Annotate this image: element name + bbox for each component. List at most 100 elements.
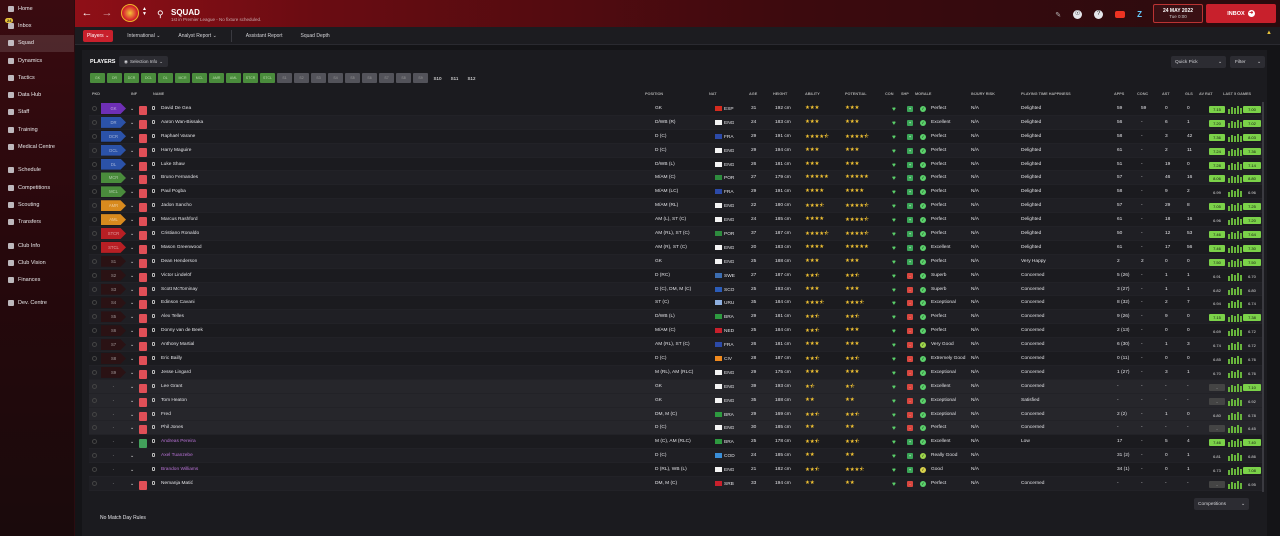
- position-chip[interactable]: S4: [328, 73, 343, 83]
- picked-position-badge[interactable]: AMR: [101, 200, 126, 212]
- picked-position-badge[interactable]: S8: [101, 353, 126, 365]
- forward-arrow-icon[interactable]: →: [101, 7, 113, 19]
- position-selector-chevron-icon[interactable]: ⌄: [130, 356, 134, 362]
- player-lock-icon[interactable]: [152, 439, 155, 444]
- player-lock-icon[interactable]: [152, 106, 155, 110]
- table-row[interactable]: - ⌄ Nemanja Matić DM, M (C) 33 194 cm Perfect N…: [89, 477, 1264, 491]
- sidebar-item-inbox[interactable]: 24 Inbox: [0, 17, 74, 34]
- table-row[interactable]: - ⌄ Lee Grant GK 39 193 cm Excellent N/A Concern…: [89, 379, 1264, 394]
- player-name[interactable]: Anthony Martial: [161, 342, 194, 347]
- sidebar-item-schedule[interactable]: Schedule: [0, 162, 74, 179]
- column-header-morale[interactable]: MORALE: [915, 92, 931, 96]
- sidebar-item-data-hub[interactable]: Data Hub: [0, 86, 74, 103]
- picked-position-badge[interactable]: DL: [101, 158, 126, 170]
- player-name[interactable]: Phil Jones: [161, 425, 183, 430]
- column-header-nat[interactable]: NAT: [709, 92, 717, 96]
- position-selector-chevron-icon[interactable]: ⌄: [130, 412, 134, 418]
- column-header-pkd[interactable]: PKD: [92, 92, 100, 96]
- player-name[interactable]: Edinson Cavani: [161, 300, 195, 305]
- table-row[interactable]: S1 ⌄ Dean Henderson GK 25 188 cm Perfect N/A Ver…: [89, 254, 1264, 269]
- select-checkbox[interactable]: [92, 453, 97, 459]
- column-header-gls[interactable]: GLS: [1185, 92, 1193, 96]
- player-name[interactable]: Fred: [161, 412, 171, 417]
- table-row[interactable]: - ⌄ Axel Tuanzebe D (C) 24 185 cm Really Good N…: [89, 449, 1264, 464]
- column-header-position[interactable]: POSITION: [645, 92, 663, 96]
- position-chip[interactable]: AML: [226, 73, 241, 83]
- quick-pick-dropdown[interactable]: Quick Pick ⌄: [1171, 56, 1226, 68]
- position-selector-chevron-icon[interactable]: ⌄: [130, 175, 134, 181]
- picked-position-badge[interactable]: STCL: [101, 241, 126, 253]
- select-checkbox[interactable]: [92, 425, 97, 431]
- column-header-inf[interactable]: INF: [131, 92, 137, 96]
- picked-position-badge[interactable]: -: [101, 381, 126, 392]
- table-row[interactable]: DCR ⌄ Raphaël Varane D (C) 29 191 cm Perfect N/…: [89, 130, 1264, 144]
- player-lock-icon[interactable]: [152, 272, 155, 277]
- select-checkbox[interactable]: [92, 439, 97, 445]
- picked-position-badge[interactable]: S3: [101, 283, 126, 295]
- select-checkbox[interactable]: [92, 286, 97, 292]
- player-name[interactable]: Aaron Wan-Bissaka: [161, 120, 203, 125]
- position-selector-chevron-icon[interactable]: ⌄: [130, 231, 134, 237]
- sidebar-item-squad[interactable]: Squad: [0, 34, 74, 52]
- switch-club-chevron-icon[interactable]: ▲ ▼: [142, 7, 147, 17]
- table-row[interactable]: - ⌄ Tom Heaton GK 35 188 cm Exceptional N/A Sati…: [89, 393, 1264, 408]
- player-lock-icon[interactable]: [152, 397, 155, 402]
- position-selector-chevron-icon[interactable]: ⌄: [130, 453, 134, 459]
- picked-position-badge[interactable]: S2: [101, 269, 126, 281]
- player-lock-icon[interactable]: [152, 383, 155, 388]
- player-name[interactable]: Jadon Sancho: [161, 203, 192, 208]
- column-header-av-rat[interactable]: AV RAT: [1199, 92, 1213, 96]
- sidebar-item-finances[interactable]: Finances: [0, 271, 74, 288]
- position-chip[interactable]: STCL: [260, 73, 275, 83]
- select-checkbox[interactable]: [92, 203, 97, 209]
- scrollbar[interactable]: [1262, 102, 1264, 492]
- player-name[interactable]: Mason Greenwood: [161, 245, 202, 250]
- sidebar-item-club-info[interactable]: Club Info: [0, 237, 74, 254]
- player-name[interactable]: Luke Shaw: [161, 162, 185, 167]
- player-name[interactable]: Donny van de Beek: [161, 328, 203, 333]
- sidebar-item-home[interactable]: Home: [0, 0, 74, 17]
- picked-position-badge[interactable]: S5: [101, 311, 126, 323]
- select-checkbox[interactable]: [92, 481, 97, 487]
- position-chip[interactable]: S9: [413, 73, 428, 83]
- player-name[interactable]: Victor Lindelöf: [161, 273, 191, 278]
- position-selector-chevron-icon[interactable]: ⌄: [130, 203, 134, 209]
- position-selector-chevron-icon[interactable]: ⌄: [130, 217, 134, 223]
- picked-position-badge[interactable]: MCL: [101, 186, 126, 198]
- sidebar-item-staff[interactable]: Staff: [0, 104, 74, 121]
- sidebar-item-tactics[interactable]: Tactics: [0, 69, 74, 86]
- position-chip[interactable]: S7: [379, 73, 394, 83]
- player-lock-icon[interactable]: [152, 189, 155, 194]
- select-checkbox[interactable]: [92, 383, 97, 389]
- position-chip[interactable]: S8: [396, 73, 411, 83]
- picked-position-badge[interactable]: S9: [101, 366, 126, 378]
- position-chip[interactable]: S2: [294, 73, 309, 83]
- select-checkbox[interactable]: [92, 106, 97, 111]
- player-name[interactable]: Andreas Pereira: [161, 439, 196, 444]
- table-row[interactable]: - ⌄ Phil Jones D (C) 30 185 cm Perfect N/A Conce…: [89, 421, 1264, 436]
- position-chip[interactable]: AMR: [209, 73, 224, 83]
- player-name[interactable]: Harry Maguire: [161, 148, 191, 153]
- picked-position-badge[interactable]: S6: [101, 325, 126, 337]
- player-lock-icon[interactable]: [152, 119, 155, 124]
- column-header-name[interactable]: NAME: [153, 92, 164, 96]
- select-checkbox[interactable]: [92, 244, 97, 250]
- table-row[interactable]: S4 ⌄ Edinson Cavani ST (C) 35 184 cm Exception…: [89, 296, 1264, 311]
- sidebar-item-training[interactable]: Training: [0, 121, 74, 138]
- zoom-icon[interactable]: Z: [1137, 10, 1142, 19]
- table-row[interactable]: S2 ⌄ Victor Lindelöf D (RC) 27 187 cm Superb N/…: [89, 269, 1264, 283]
- position-selector-chevron-icon[interactable]: ⌄: [130, 189, 134, 195]
- table-row[interactable]: DL ⌄ Luke Shaw D/WB (L) 26 181 cm Perfect N/A De…: [89, 158, 1264, 172]
- position-selector-chevron-icon[interactable]: ⌄: [130, 439, 134, 445]
- search-icon[interactable]: ⚲: [157, 9, 164, 20]
- select-checkbox[interactable]: [92, 161, 97, 167]
- sidebar-item-club-vision[interactable]: Club Vision: [0, 254, 74, 271]
- player-name[interactable]: David De Gea: [161, 106, 191, 111]
- position-selector-chevron-icon[interactable]: ⌄: [130, 245, 134, 251]
- player-lock-icon[interactable]: [152, 203, 155, 208]
- youtube-icon[interactable]: [1115, 11, 1126, 18]
- select-checkbox[interactable]: [92, 342, 97, 348]
- select-checkbox[interactable]: [92, 217, 97, 223]
- picked-position-badge[interactable]: STCR: [101, 228, 126, 240]
- player-name[interactable]: Nemanja Matić: [161, 481, 193, 486]
